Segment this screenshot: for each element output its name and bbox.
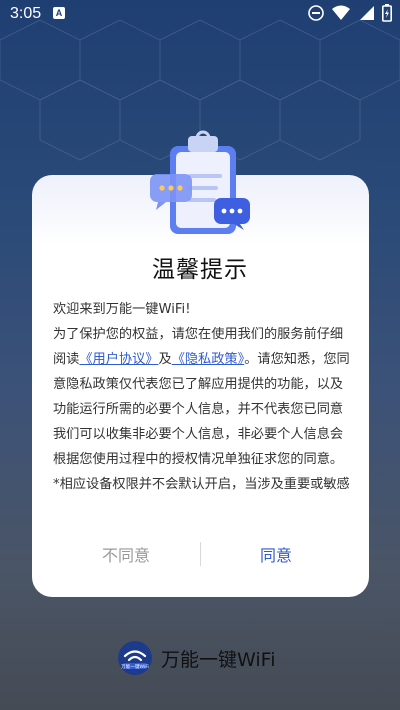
wifi-logo-icon: 万能一键WiFi [118,641,152,675]
disagree-button[interactable]: 不同意 [102,542,150,566]
policy-and: 及 [158,352,172,367]
wifi-icon [332,5,350,20]
button-divider [200,542,201,566]
user-agreement-link[interactable]: 《用户协议》 [79,352,158,367]
permission-note: *相应设备权限并不会默认开启，当涉及重要或敏感 [53,477,350,492]
agree-button[interactable]: 同意 [260,542,292,566]
signal-icon [360,6,374,20]
privacy-policy-link[interactable]: 《隐私政策》 [172,352,245,367]
policy-explanation: 。请您知悉，您同意隐私政策仅代表您已了解应用提供的功能，以及功能运行所需的必要个… [53,352,350,467]
dialog-title: 温馨提示 [152,257,248,283]
status-time: 3:05 [10,5,42,22]
dialog-body: 欢迎来到万能一键WiFi! 为了保护您的权益，请您在使用我们的服务前仔细阅读《用… [53,297,353,497]
clipboard-chat-icon [150,130,250,234]
battery-charging-icon [382,4,392,22]
brand-footer: 万能一键WiFi 万能一键WiFi [117,640,275,676]
dialog-actions: 不同意 同意 [32,530,369,586]
status-bar: 3:05 A [0,0,400,28]
logo-text: 万能一键WiFi [121,663,149,670]
policy-text: 为了保护您的权益，请您在使用我们的服务前仔细阅读《用户协议》及《隐私政策》。请您… [53,322,353,472]
brand-name: 万能一键WiFi [161,648,276,671]
notification-badge: A [53,7,65,19]
do-not-disturb-icon [308,5,324,21]
welcome-text: 欢迎来到万能一键WiFi! [53,302,191,317]
